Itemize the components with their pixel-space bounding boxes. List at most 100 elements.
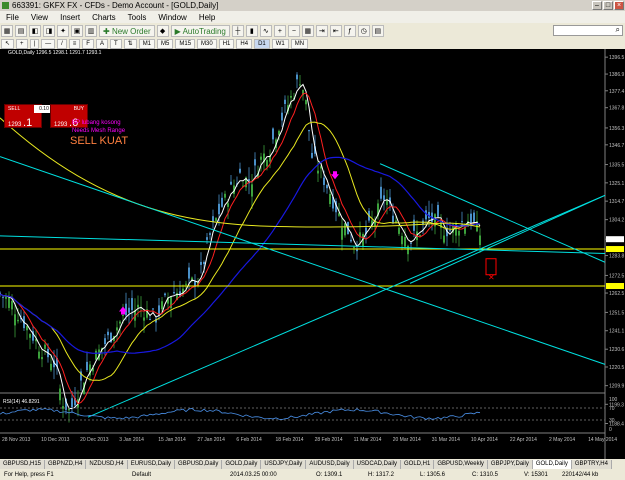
candle-body — [305, 99, 307, 105]
date-label: 28 Nov 2013 — [2, 437, 31, 443]
sell-price-small: 1293 — [8, 122, 22, 128]
candle-body — [311, 152, 313, 158]
menu-charts[interactable]: Charts — [86, 13, 122, 22]
timeframe-h1[interactable]: H1 — [218, 39, 235, 49]
channel-icon[interactable]: ≡ — [68, 39, 81, 49]
chart-window[interactable]: 1396.5 1386.9 1377.4 1367.8 1356.3 1346.7 1335… — [0, 49, 625, 459]
zoom-out-icon[interactable]: − — [287, 25, 300, 37]
timeframe-m1[interactable]: M1 — [138, 39, 156, 49]
chart-shift-icon[interactable]: ⇤ — [329, 25, 342, 37]
chart-tab[interactable]: GBPTRY,H4 — [571, 459, 612, 469]
chart-tab[interactable]: GOLD,H1 — [401, 459, 435, 469]
market-watch-icon[interactable]: ◧ — [29, 25, 41, 37]
timeframe-d1[interactable]: D1 — [254, 39, 270, 49]
date-label: 27 Jan 2014 — [197, 437, 225, 443]
data-window-icon[interactable]: ◨ — [43, 25, 55, 37]
zoom-in-icon[interactable]: + — [273, 25, 286, 37]
candle-body — [221, 197, 223, 207]
symbol-info: GOLD,Daily 1296.5 1298.1 1291.7 1293.1 — [8, 50, 102, 56]
arrows-icon[interactable]: ⇅ — [123, 39, 137, 49]
close-button[interactable]: × — [614, 1, 624, 10]
sell-price: 1293 .1 — [8, 117, 32, 129]
candle-body — [29, 334, 31, 338]
periods-icon[interactable]: ◷ — [357, 25, 370, 37]
menu-bar: File View Insert Charts Tools Window Hel… — [0, 11, 625, 23]
price-label: 1209.9 — [609, 384, 625, 390]
label-tool-icon[interactable]: T — [109, 39, 122, 49]
chart-tab[interactable]: GBPNZD,H4 — [45, 459, 87, 469]
price-label: 1220.5 — [609, 365, 625, 371]
candle-body — [44, 344, 46, 349]
menu-file[interactable]: File — [0, 13, 25, 22]
templates-icon[interactable]: ▤ — [371, 25, 384, 37]
fibo-icon[interactable]: F — [82, 39, 94, 49]
new-chart-icon[interactable]: ▦ — [1, 25, 13, 37]
timeframe-mn[interactable]: MN — [290, 39, 309, 49]
candle-body — [254, 159, 256, 166]
candle-body — [281, 112, 283, 121]
candle-body — [122, 315, 124, 317]
menu-insert[interactable]: Insert — [54, 13, 86, 22]
timeframe-m15[interactable]: M15 — [175, 39, 196, 49]
indicators-icon[interactable]: ƒ — [343, 25, 356, 37]
horizontal-line-icon[interactable]: — — [41, 39, 56, 49]
minimize-button[interactable]: – — [592, 1, 602, 10]
autoscroll-icon[interactable]: ⇥ — [315, 25, 328, 37]
timeframe-h4[interactable]: H4 — [236, 39, 253, 49]
menu-tools[interactable]: Tools — [122, 13, 153, 22]
chart-tab[interactable]: GOLD,Daily — [532, 459, 572, 469]
candle-body — [380, 186, 382, 199]
chart-tab[interactable]: USDJPY,Daily — [261, 459, 307, 469]
buy-label: BUY — [73, 106, 84, 112]
chart-tab[interactable]: GBPUSD,Weekly — [434, 459, 488, 469]
maximize-button[interactable]: □ — [603, 1, 613, 10]
candle-body — [353, 246, 355, 248]
terminal-icon[interactable]: ▣ — [71, 25, 83, 37]
candlestick-icon[interactable]: ▮ — [245, 25, 258, 37]
chart-tab[interactable]: NZDUSD,H4 — [86, 459, 128, 469]
search-input[interactable]: ⌕ — [553, 25, 623, 36]
trendline-icon[interactable]: / — [57, 39, 67, 49]
new-order-button[interactable]: ✚ New Order — [99, 25, 155, 37]
chart-tabs: GBPUSD,H15 GBPNZD,H4 NZDUSD,H4 EURUSD,Daily… — [0, 459, 625, 469]
chart-tab[interactable]: GBPUSD,Daily — [175, 459, 223, 469]
candle-body — [479, 235, 481, 245]
chart-tab[interactable]: AUDUSD,Daily — [306, 459, 354, 469]
chart-tab[interactable]: EURUSD,Daily — [127, 459, 176, 469]
menu-window[interactable]: Window — [152, 13, 192, 22]
navigator-icon[interactable]: ✦ — [57, 25, 69, 37]
chart-tab[interactable]: GOLD,Daily — [222, 459, 262, 469]
vertical-line-icon[interactable]: | — [29, 39, 40, 49]
candle-body — [392, 215, 394, 223]
crosshair-icon[interactable]: + — [16, 39, 28, 49]
line-chart-icon[interactable]: ∿ — [259, 25, 272, 37]
timeframe-m5[interactable]: M5 — [157, 39, 174, 49]
profiles-icon[interactable]: ▤ — [15, 25, 27, 37]
autotrading-button[interactable]: ▶ AutoTrading — [170, 25, 230, 37]
candle-body — [5, 296, 7, 299]
candle-body — [266, 160, 268, 167]
buy-price-small: 1293 — [54, 122, 68, 128]
tile-windows-icon[interactable]: ▦ — [301, 25, 314, 37]
chart-tab[interactable]: USDCAD,Daily — [353, 459, 401, 469]
metaeditor-icon[interactable]: ◆ — [156, 25, 169, 37]
candle-body — [59, 388, 61, 401]
text-tool-icon[interactable]: A — [95, 39, 108, 49]
timeframe-w1[interactable]: W1 — [271, 39, 289, 49]
candle-body — [116, 327, 118, 331]
menu-help[interactable]: Help — [193, 13, 221, 22]
candle-body — [398, 227, 400, 234]
bar-chart-icon[interactable]: ┼ — [231, 25, 244, 37]
tester-icon[interactable]: ▥ — [85, 25, 97, 37]
status-volume: V: 15301 — [524, 471, 548, 478]
candle-body — [119, 321, 121, 324]
chart-tab[interactable]: GBPUSD,H15 — [0, 459, 46, 469]
search-icon[interactable]: ⌕ — [616, 25, 620, 35]
timeframe-m30[interactable]: M30 — [197, 39, 217, 49]
menu-view[interactable]: View — [25, 13, 54, 22]
chart-tab[interactable]: GBPJPY,Daily — [487, 459, 533, 469]
cursor-tool-icon[interactable]: ↖ — [1, 39, 15, 49]
chart-canvas[interactable]: 1396.5 1386.9 1377.4 1367.8 1356.3 1346.7 1335… — [0, 49, 625, 459]
date-label: 22 Apr 2014 — [510, 437, 537, 443]
sell-signal-label: SELL KUAT — [70, 135, 129, 147]
